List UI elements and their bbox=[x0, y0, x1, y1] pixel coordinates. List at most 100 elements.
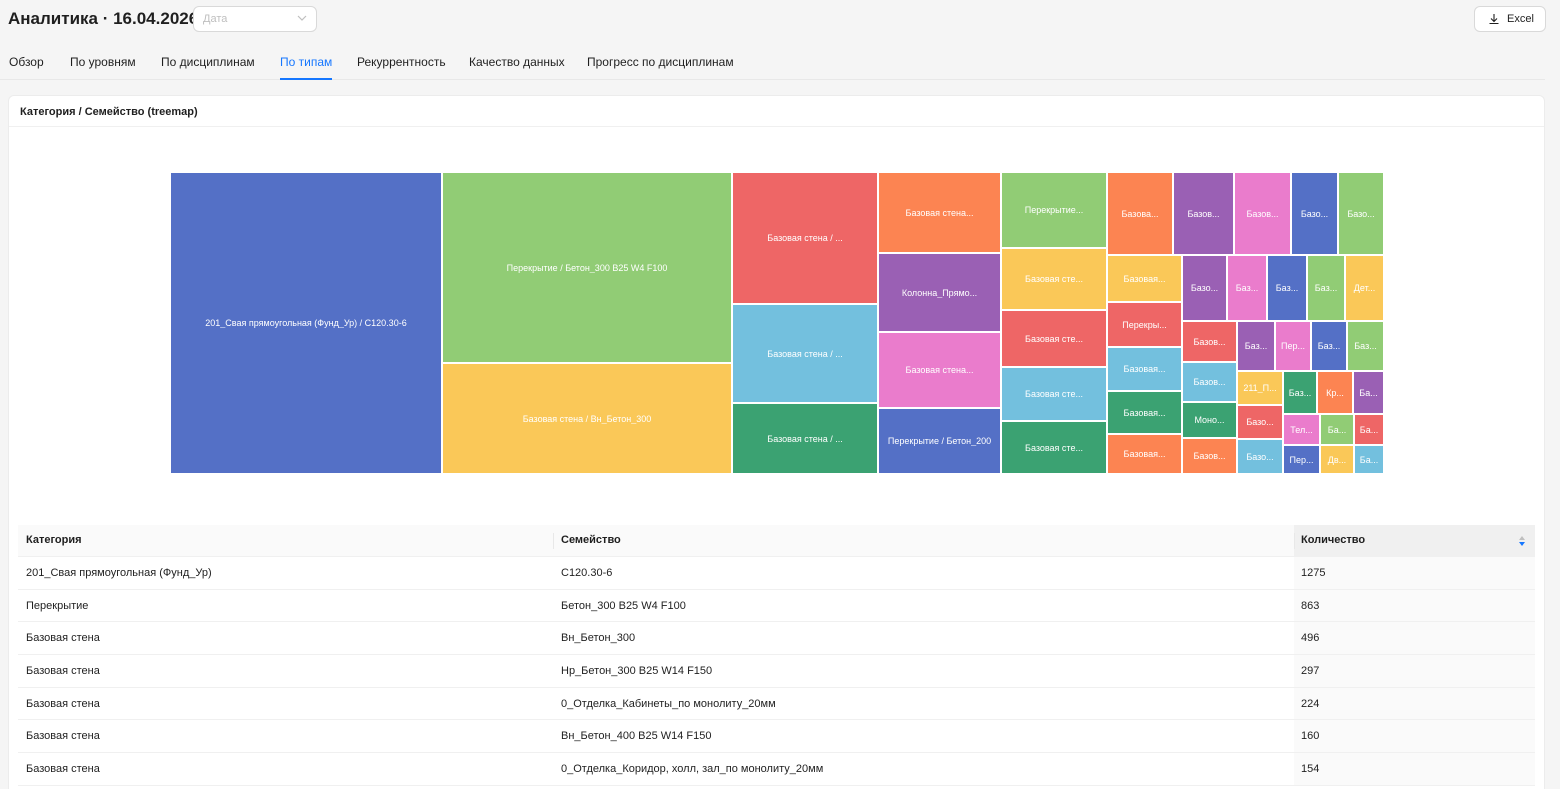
table-row[interactable]: Базовая стена 0_Отделка_Кабинеты_по монол… bbox=[18, 687, 1535, 721]
treemap-tile[interactable]: Баз... bbox=[1267, 255, 1307, 321]
cell-family: С120.30-6 bbox=[561, 567, 613, 579]
treemap-tile-label: Базовая... bbox=[1123, 449, 1166, 459]
tab-recurrence[interactable]: Рекуррентность bbox=[357, 55, 446, 80]
tab-discipline-progress[interactable]: Прогресс по дисциплинам bbox=[587, 55, 734, 80]
table-row[interactable]: Базовая стена Вн_Бетон_400 B25 W14 F150 16… bbox=[18, 720, 1535, 754]
treemap-tile[interactable]: Базова... bbox=[1107, 172, 1173, 255]
treemap-tile-label: Базов... bbox=[1246, 208, 1279, 219]
column-divider bbox=[1294, 533, 1295, 549]
table-row[interactable]: Базовая стена Нр_Бетон_300 B25 W14 F150 29… bbox=[18, 655, 1535, 688]
treemap-tile[interactable]: Дет... bbox=[1345, 255, 1384, 321]
treemap-tile[interactable]: Баз... bbox=[1227, 255, 1267, 321]
treemap-tile[interactable]: Базо... bbox=[1237, 439, 1283, 474]
treemap-tile[interactable]: Ба... bbox=[1354, 445, 1384, 474]
treemap-tile-label: Базовая... bbox=[1123, 364, 1166, 374]
types-table: Категория Семейство Количество 201_Свая … bbox=[18, 525, 1535, 786]
cell-category: Базовая стена bbox=[26, 763, 100, 776]
treemap-tile[interactable]: Перекрытие / Бетон_300 B25 W4 F100 bbox=[442, 172, 732, 363]
treemap-tile[interactable]: Базовая... bbox=[1107, 434, 1182, 474]
treemap-tile[interactable]: Перекрытие... bbox=[1001, 172, 1107, 248]
treemap-tile-label: Баз... bbox=[1317, 341, 1341, 351]
treemap-tile-label: Перекрытие / Бетон_300 B25 W4 F100 bbox=[506, 262, 668, 273]
treemap-tile-label: Базовая... bbox=[1123, 273, 1166, 284]
treemap-tile-label: 211_П... bbox=[1243, 383, 1277, 393]
treemap-tile[interactable]: Дв... bbox=[1320, 445, 1354, 474]
treemap-tile-label: Баз... bbox=[1275, 283, 1299, 293]
treemap-tile[interactable]: 211_П... bbox=[1237, 371, 1283, 405]
treemap-tile[interactable]: Базо... bbox=[1182, 255, 1227, 321]
sort-icon[interactable] bbox=[1517, 535, 1527, 547]
table-row[interactable]: Перекрытие Бетон_300 B25 W4 F100 863 bbox=[18, 589, 1535, 623]
treemap-tile[interactable]: Ба... bbox=[1320, 414, 1354, 445]
treemap-tile-label: Перекрытие / Бетон_200 bbox=[887, 436, 992, 446]
tab-data-quality[interactable]: Качество данных bbox=[469, 55, 565, 80]
treemap-tile[interactable]: Базов... bbox=[1173, 172, 1234, 255]
column-header-family[interactable]: Семейство bbox=[561, 534, 621, 546]
treemap-tile-label: Базовая сте... bbox=[1025, 333, 1083, 344]
excel-export-button[interactable]: Excel bbox=[1474, 6, 1546, 32]
treemap-tile-label: Базо... bbox=[1246, 417, 1274, 427]
treemap-tile-label: Базовая... bbox=[1123, 407, 1166, 418]
treemap-tile[interactable]: Базов... bbox=[1182, 321, 1237, 362]
treemap-tile[interactable]: Баз... bbox=[1311, 321, 1347, 371]
sorted-column-cell-bg bbox=[1294, 753, 1535, 785]
treemap-tile[interactable]: Базовая сте... bbox=[1001, 421, 1107, 474]
date-placeholder: Дата bbox=[203, 13, 228, 25]
chevron-down-icon bbox=[297, 15, 307, 21]
treemap-tile[interactable]: Базовая стена / ... bbox=[732, 403, 878, 474]
treemap-tile[interactable]: Базовая стена... bbox=[878, 172, 1001, 253]
cell-family: Нр_Бетон_300 B25 W14 F150 bbox=[561, 665, 713, 678]
treemap-tile[interactable]: Моно... bbox=[1182, 402, 1237, 438]
date-picker[interactable]: Дата bbox=[193, 6, 317, 32]
treemap-tile-label: Перекрытие... bbox=[1024, 205, 1084, 215]
treemap-tile[interactable]: Базовая стена / ... bbox=[732, 172, 878, 304]
treemap-tile[interactable]: Пер... bbox=[1275, 321, 1311, 371]
sorted-column-cell-bg bbox=[1294, 622, 1535, 655]
treemap-tile[interactable]: Базо... bbox=[1237, 405, 1283, 439]
treemap-tile[interactable]: Баз... bbox=[1283, 371, 1317, 414]
treemap-tile[interactable]: Базо... bbox=[1338, 172, 1384, 255]
treemap-tile[interactable]: Базов... bbox=[1182, 362, 1237, 402]
treemap-tile[interactable]: 201_Свая прямоугольная (Фунд_Ур) / С120.… bbox=[170, 172, 442, 474]
treemap-tile[interactable]: Кр... bbox=[1317, 371, 1353, 414]
treemap-tile[interactable]: Баз... bbox=[1347, 321, 1384, 371]
cell-quantity: 496 bbox=[1301, 632, 1320, 645]
table-row[interactable]: Базовая стена Вн_Бетон_300 496 bbox=[18, 622, 1535, 656]
treemap-tile-label: Ба... bbox=[1359, 387, 1378, 398]
tab-overview[interactable]: Обзор bbox=[9, 55, 44, 80]
table-row[interactable]: 201_Свая прямоугольная (Фунд_Ур) С120.30-… bbox=[18, 557, 1535, 590]
treemap-tile[interactable]: Пер... bbox=[1283, 445, 1320, 474]
treemap-tile[interactable]: Базовая стена / Вн_Бетон_300 bbox=[442, 363, 732, 474]
treemap-tile[interactable]: Базовая... bbox=[1107, 391, 1182, 434]
tab-by-types[interactable]: По типам bbox=[280, 55, 333, 80]
treemap-tile[interactable]: Базовая стена / ... bbox=[732, 304, 878, 403]
treemap-tile[interactable]: Базовая сте... bbox=[1001, 248, 1107, 310]
treemap-tile[interactable]: Базовая... bbox=[1107, 255, 1182, 302]
treemap-tile-label: Баз... bbox=[1244, 341, 1268, 351]
treemap-tile[interactable]: Баз... bbox=[1237, 321, 1275, 371]
tab-by-levels[interactable]: По уровням bbox=[70, 55, 136, 80]
cell-family: 0_Отделка_Коридор, холл, зал_по монолиту… bbox=[561, 763, 824, 776]
cell-quantity: 154 bbox=[1301, 763, 1320, 776]
treemap-tile[interactable]: Ба... bbox=[1354, 414, 1384, 445]
treemap-tile-label: Ба... bbox=[1327, 424, 1347, 435]
treemap-tile[interactable]: Базовая... bbox=[1107, 347, 1182, 391]
treemap-tile-label: Баз... bbox=[1314, 283, 1338, 293]
table-row[interactable]: Базовая стена 0_Отделка_Коридор, холл, за… bbox=[18, 753, 1535, 786]
treemap-tile[interactable]: Базовая сте... bbox=[1001, 367, 1107, 421]
column-header-quantity[interactable]: Количество bbox=[1301, 534, 1365, 546]
tab-by-disciplines[interactable]: По дисциплинам bbox=[161, 55, 255, 80]
treemap-tile[interactable]: Базовая сте... bbox=[1001, 310, 1107, 367]
treemap-tile[interactable]: Базо... bbox=[1291, 172, 1338, 255]
cell-category: Базовая стена bbox=[26, 697, 100, 710]
treemap-tile[interactable]: Тел... bbox=[1283, 414, 1320, 445]
treemap-tile[interactable]: Баз... bbox=[1307, 255, 1345, 321]
column-header-category[interactable]: Категория bbox=[26, 534, 82, 546]
treemap-tile[interactable]: Перекры... bbox=[1107, 302, 1182, 347]
treemap-tile[interactable]: Базов... bbox=[1182, 438, 1237, 474]
treemap-tile[interactable]: Колонна_Прямо... bbox=[878, 253, 1001, 332]
treemap-tile[interactable]: Базов... bbox=[1234, 172, 1291, 255]
treemap-tile[interactable]: Базовая стена... bbox=[878, 332, 1001, 408]
treemap-tile[interactable]: Ба... bbox=[1353, 371, 1384, 414]
treemap-tile[interactable]: Перекрытие / Бетон_200 bbox=[878, 408, 1001, 474]
